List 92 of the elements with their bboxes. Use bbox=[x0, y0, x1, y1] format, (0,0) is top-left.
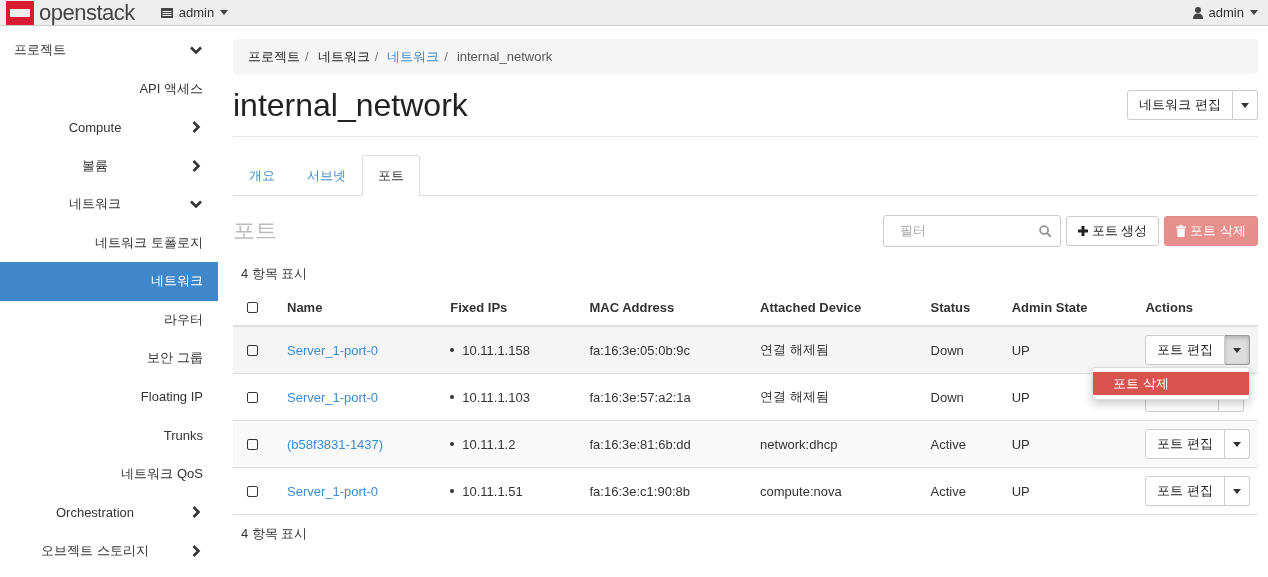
breadcrumb-item: 프로젝트 bbox=[248, 47, 300, 66]
caret-icon bbox=[1233, 347, 1241, 353]
sidebar-section[interactable]: Orchestration bbox=[0, 493, 218, 532]
dropdown-toggle[interactable] bbox=[1225, 335, 1250, 365]
trash-icon bbox=[1176, 224, 1187, 237]
edit-port-button[interactable]: 포트 편집 bbox=[1145, 476, 1225, 506]
edit-network-button[interactable]: 네트워크 편집 bbox=[1127, 90, 1233, 120]
table-cell: 10.11.1.103 bbox=[462, 389, 530, 405]
dropdown-toggle[interactable] bbox=[1225, 476, 1250, 506]
sidebar-item[interactable]: 라우터 bbox=[0, 300, 218, 339]
caret-icon bbox=[1241, 102, 1249, 108]
chevron-right-icon bbox=[190, 159, 202, 172]
chevron-right-icon bbox=[190, 121, 202, 134]
port-name-link[interactable]: Server_1-port-0 bbox=[287, 483, 379, 499]
select-all-checkbox[interactable] bbox=[247, 302, 258, 313]
dropdown-toggle[interactable] bbox=[1233, 90, 1258, 120]
table-cell: 10.11.1.2 bbox=[462, 436, 516, 452]
filter-field[interactable]: 필터 bbox=[882, 214, 1061, 247]
sidebar-item[interactable]: 보안 그룹 bbox=[0, 339, 218, 378]
bullet-icon bbox=[450, 442, 455, 446]
row-checkbox[interactable] bbox=[247, 344, 258, 356]
tab[interactable]: 개요 bbox=[233, 155, 291, 196]
brand-name: openstack bbox=[39, 0, 135, 26]
user-icon bbox=[1192, 6, 1203, 19]
page-title: internal_network bbox=[233, 86, 468, 124]
table-cell: fa:16:3e:05:0b:9c bbox=[589, 342, 690, 358]
bullet-icon bbox=[450, 348, 455, 352]
sidebar-item[interactable]: Trunks bbox=[0, 416, 218, 455]
sidebar-section[interactable]: 프로젝트 bbox=[0, 31, 218, 70]
row-checkbox[interactable] bbox=[247, 485, 258, 497]
edit-port-button[interactable]: 포트 편집 bbox=[1145, 429, 1225, 459]
breadcrumb-separator: / bbox=[374, 49, 379, 64]
plus-icon bbox=[1077, 225, 1088, 236]
sidebar-section[interactable]: Compute bbox=[0, 108, 218, 147]
breadcrumb-link[interactable]: 네트워크 bbox=[387, 47, 440, 66]
row-checkbox[interactable] bbox=[247, 438, 258, 450]
breadcrumb-separator: / bbox=[305, 49, 309, 64]
caret-icon bbox=[1233, 488, 1241, 494]
sidebar-section[interactable]: 네트워크 bbox=[0, 185, 218, 224]
table-cell: 연결 해제됨 bbox=[760, 342, 829, 357]
sidebar-section[interactable]: 오브젝트 스토리지 bbox=[0, 531, 218, 570]
sidebar-section[interactable]: 볼륨 bbox=[0, 146, 218, 185]
item-count: 4 항목 표시 bbox=[241, 265, 309, 280]
table-cell: Active bbox=[930, 436, 966, 452]
table-cell: 10.11.1.158 bbox=[462, 342, 530, 358]
breadcrumb-item: 네트워크 bbox=[317, 47, 370, 66]
table-cell: UP bbox=[1011, 483, 1030, 499]
table-cell: UP bbox=[1011, 389, 1030, 405]
port-name-link[interactable]: (b58f3831-1437) bbox=[287, 436, 384, 452]
tab[interactable]: 포트 bbox=[362, 155, 420, 196]
table-cell: Down bbox=[930, 342, 964, 358]
chevron-right-icon bbox=[190, 544, 202, 557]
table-cell: Active bbox=[930, 483, 966, 499]
row-checkbox[interactable] bbox=[247, 391, 258, 403]
bullet-icon bbox=[450, 489, 455, 493]
edit-port-button[interactable]: 포트 편집 bbox=[1145, 335, 1225, 365]
create-port-button[interactable]: 포트 생성 bbox=[1065, 215, 1160, 246]
logo-icon bbox=[6, 0, 34, 25]
caret-icon bbox=[1250, 10, 1258, 15]
table-cell: fa:16:3e:c1:90:8b bbox=[589, 483, 690, 499]
search-icon bbox=[1038, 224, 1052, 238]
table-cell: fa:16:3e:81:6b:dd bbox=[589, 436, 691, 452]
section-title: 포트 bbox=[233, 216, 277, 245]
list-icon bbox=[160, 7, 173, 18]
sidebar-item[interactable]: Floating IP bbox=[0, 377, 218, 416]
sidebar-item[interactable]: 네트워크 토폴로지 bbox=[0, 223, 218, 262]
breadcrumb-item: internal_network bbox=[456, 49, 553, 64]
table-cell: 연결 해제됨 bbox=[760, 389, 829, 404]
sidebar-item[interactable]: 네트워크 bbox=[0, 262, 218, 301]
chevron-down-icon bbox=[190, 44, 202, 57]
project-menu[interactable]: admin bbox=[160, 5, 229, 20]
sidebar-item[interactable]: API 액세스 bbox=[0, 69, 218, 108]
table-cell: compute:nova bbox=[760, 483, 842, 499]
dropdown-toggle[interactable] bbox=[1225, 429, 1250, 459]
item-count: 4 항목 표시 bbox=[241, 525, 309, 540]
table-cell: fa:16:3e:57:a2:1a bbox=[589, 389, 691, 405]
table-cell: UP bbox=[1011, 342, 1030, 358]
table-cell: 10.11.1.51 bbox=[462, 483, 523, 499]
chevron-right-icon bbox=[190, 506, 202, 519]
table-cell: network:dhcp bbox=[760, 436, 838, 452]
user-menu[interactable]: admin bbox=[1192, 5, 1258, 20]
bullet-icon bbox=[450, 395, 455, 399]
table-cell: Down bbox=[930, 389, 964, 405]
chevron-down-icon bbox=[190, 198, 202, 211]
caret-icon bbox=[1233, 441, 1241, 447]
tab[interactable]: 서브넷 bbox=[291, 155, 362, 196]
menu-item[interactable]: 포트 삭제 bbox=[1093, 372, 1249, 395]
port-name-link[interactable]: Server_1-port-0 bbox=[287, 389, 379, 405]
table-cell: UP bbox=[1011, 436, 1030, 452]
breadcrumb-separator: / bbox=[444, 49, 448, 64]
caret-icon bbox=[220, 10, 229, 15]
sidebar-item[interactable]: 네트워크 QoS bbox=[0, 454, 218, 493]
